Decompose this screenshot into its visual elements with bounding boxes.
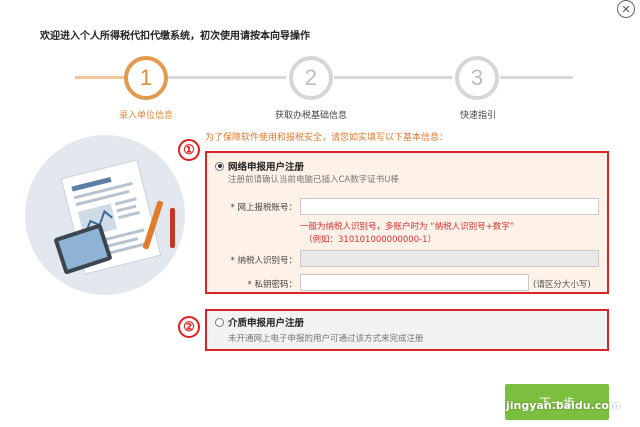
security-notice: 为了保障软件使用和报税安全，请您如实填写以下基本信息：	[205, 133, 449, 143]
account-hint-example: （例如：310101000000000-1）	[304, 235, 437, 245]
taxpayer-id-label: * 纳税人识别号：	[230, 256, 297, 266]
media-registration-radio[interactable]	[215, 317, 224, 327]
close-icon[interactable]: ✕	[617, 0, 635, 18]
account-hint: 一般为纳税人识别号，多账户时为 “纳税人识别号+数字”	[300, 222, 515, 232]
watermark: jingyan.baidu.com	[506, 399, 621, 412]
online-registration-option[interactable]: 网络申报用户注册	[215, 159, 304, 173]
taxpayer-id-input	[300, 250, 599, 267]
step-2-circle: 2	[289, 56, 333, 100]
step-line-2-3	[334, 76, 452, 79]
online-registration-title: 网络申报用户注册	[228, 162, 305, 173]
account-input[interactable]	[300, 198, 599, 215]
media-registration-subtitle: 未开通网上电子申报的用户可通过该方式来完成注册	[228, 334, 424, 344]
online-registration-panel: 网络申报用户注册 注册前请确认当前电脑已插入CA数字证书U棒 * 网上报税账号：…	[205, 151, 609, 294]
media-registration-panel: 介质申报用户注册 未开通网上电子申报的用户可通过该方式来完成注册	[205, 309, 609, 351]
step-line-right	[500, 76, 573, 79]
account-label: * 网上报税账号：	[230, 203, 297, 213]
step-3-label: 快速指引	[459, 111, 497, 121]
step-1-label: 录入单位信息	[118, 111, 174, 121]
online-registration-radio[interactable]	[215, 161, 224, 171]
step-line-1-2	[168, 76, 286, 79]
step-1-circle: 1	[124, 56, 168, 100]
step-3-circle: 3	[455, 56, 499, 100]
step-2-label: 获取办税基础信息	[274, 111, 348, 121]
annotation-marker-1: ①	[178, 139, 200, 161]
key-password-label: * 私钥密码：	[247, 280, 297, 290]
annotation-marker-2: ②	[178, 316, 200, 338]
document-illustration	[25, 135, 185, 295]
online-registration-subtitle: 注册前请确认当前电脑已插入CA数字证书U棒	[228, 175, 399, 185]
wizard-title: 欢迎进入个人所得税代扣代缴系统，初次使用请按本向导操作	[40, 31, 310, 42]
media-registration-title: 介质申报用户注册	[228, 318, 305, 329]
key-password-input[interactable]	[300, 274, 529, 291]
case-sensitive-hint: (请区分大小写)	[533, 280, 591, 290]
step-line-left	[75, 76, 125, 79]
media-registration-option[interactable]: 介质申报用户注册	[215, 315, 304, 329]
